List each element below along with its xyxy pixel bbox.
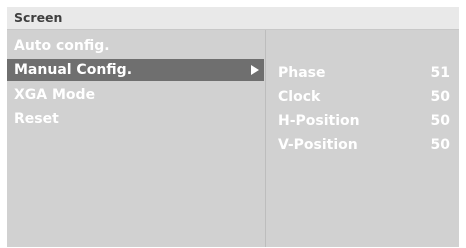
menu-item-auto-config[interactable]: Auto config. — [7, 35, 264, 57]
menu-item-label: XGA Mode — [14, 87, 96, 103]
menu-item-manual-config[interactable]: Manual Config. — [7, 59, 264, 81]
submenu-arrow-icon — [251, 65, 259, 75]
menu-item-label: Manual Config. — [14, 62, 133, 78]
setting-name: H-Position — [278, 113, 360, 129]
setting-value: 50 — [430, 113, 450, 129]
menu-item-xga-mode[interactable]: XGA Mode — [7, 84, 264, 106]
setting-name: Clock — [278, 89, 321, 105]
menu-item-reset[interactable]: Reset — [7, 108, 264, 130]
setting-phase[interactable]: Phase 51 — [266, 62, 460, 84]
setting-clock[interactable]: Clock 50 — [266, 86, 460, 108]
manual-config-submenu: Phase 51 Clock 50 H-Position 50 V-Positi… — [265, 30, 460, 247]
setting-value: 50 — [430, 89, 450, 105]
setting-value: 51 — [430, 65, 450, 81]
setting-name: V-Position — [278, 137, 358, 153]
screen-osd-menu: Screen Auto config. Manual Config. XGA M… — [7, 7, 459, 247]
title-bar: Screen — [7, 7, 459, 30]
setting-h-position[interactable]: H-Position 50 — [266, 110, 460, 132]
menu-title: Screen — [14, 10, 63, 25]
main-menu: Auto config. Manual Config. XGA Mode Res… — [7, 30, 264, 247]
setting-name: Phase — [278, 65, 326, 81]
setting-value: 50 — [430, 137, 450, 153]
menu-item-label: Auto config. — [14, 38, 110, 54]
menu-item-label: Reset — [14, 111, 59, 127]
setting-v-position[interactable]: V-Position 50 — [266, 134, 460, 156]
